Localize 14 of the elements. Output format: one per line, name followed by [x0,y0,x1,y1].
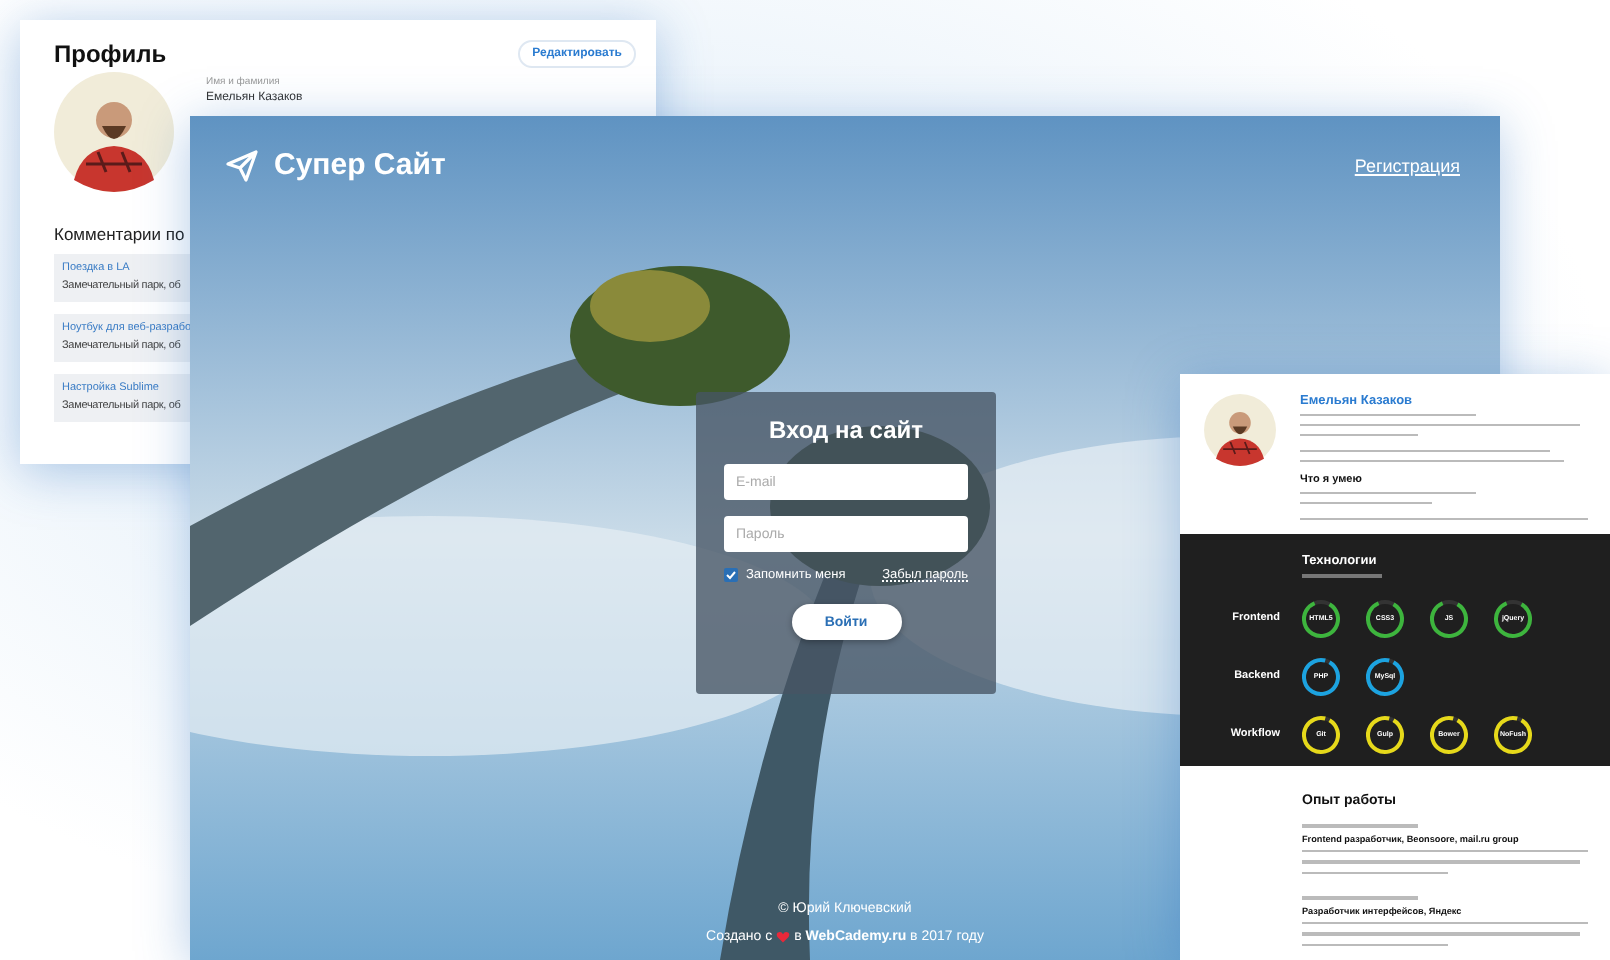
text-line [1302,896,1419,899]
text-line [1300,502,1433,505]
avatar [54,72,174,192]
heart-icon [776,930,791,944]
form-title: Вход на сайт [768,416,923,444]
site-logo[interactable]: Супер Сайт [274,148,446,182]
section-heading: Комментарии по [54,224,187,244]
avatar [1204,394,1276,466]
register-link[interactable]: Регистрация [1354,155,1460,175]
paper-plane-icon [226,149,258,181]
text-line [1300,433,1418,436]
checkbox[interactable] [724,568,738,582]
card-title: Профиль [54,40,167,68]
text-line [1302,824,1419,827]
